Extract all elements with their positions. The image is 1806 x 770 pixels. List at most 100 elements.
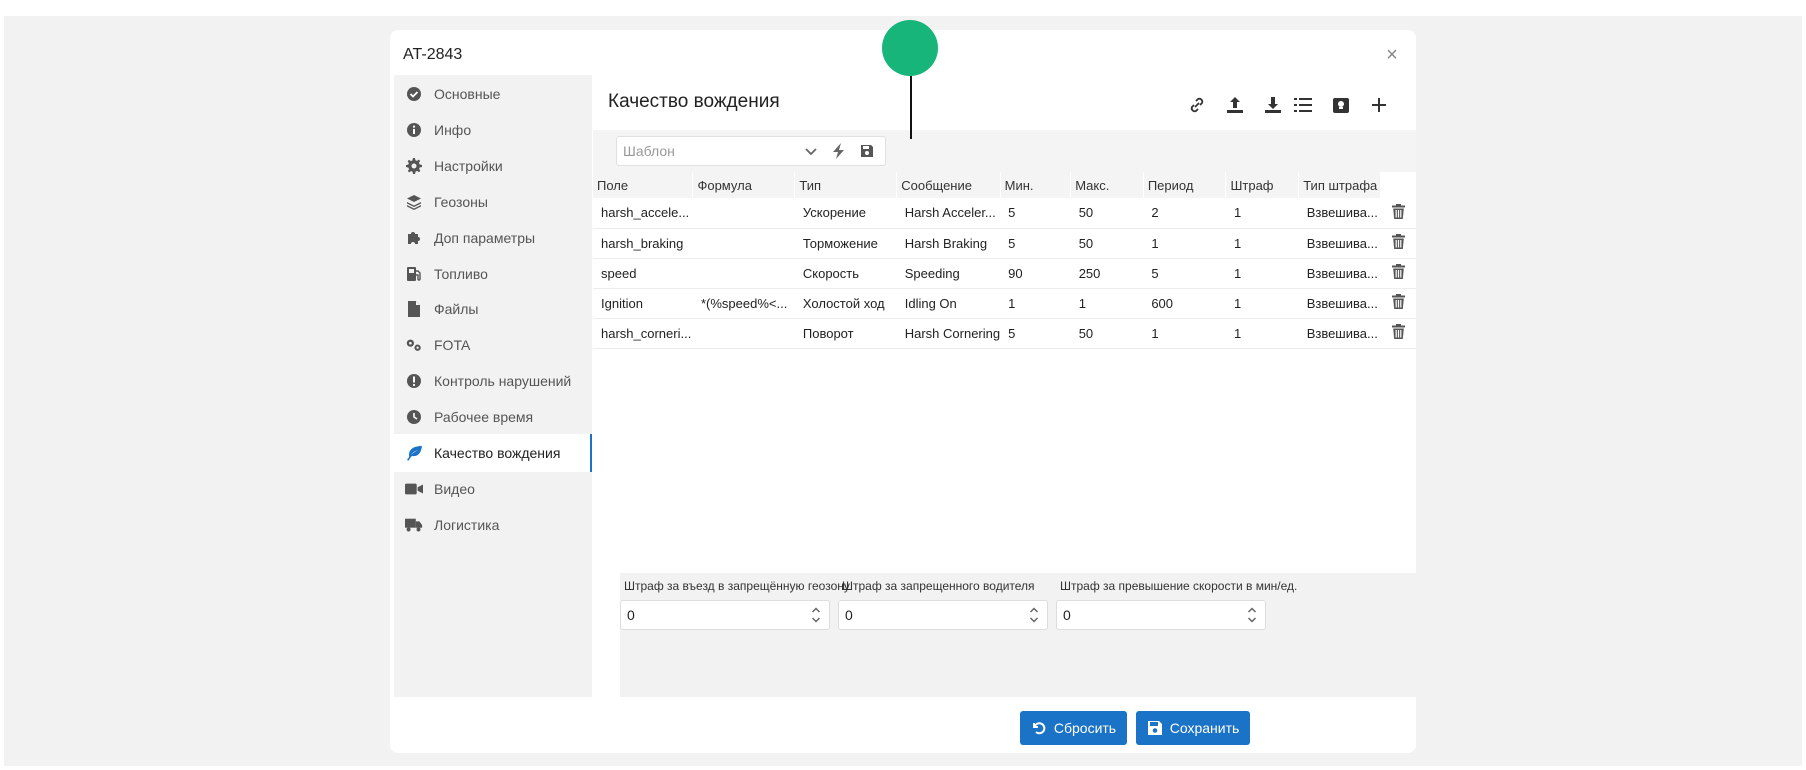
sidebar-item-label: Видео <box>434 480 475 497</box>
spinner-icon[interactable] <box>1247 606 1257 624</box>
sidebar-item[interactable]: Основные <box>394 75 592 113</box>
check-circle-icon <box>405 85 423 103</box>
penalty-stepper[interactable] <box>838 600 1048 630</box>
penalty-field: Штраф за въезд в запрещённую геозону <box>620 579 850 630</box>
penalty-label: Штраф за въезд в запрещённую геозону <box>624 579 850 593</box>
list-icon[interactable] <box>1288 91 1318 119</box>
table-cell: Harsh Braking <box>896 228 1001 259</box>
sidebar-item[interactable]: Логистика <box>394 506 592 544</box>
sidebar-item[interactable]: Топливо <box>394 255 592 293</box>
main-panel: Качество вождения Шаблон Поле Формула Ти… <box>593 75 1416 697</box>
sidebar-item-label: Геозоны <box>434 193 488 210</box>
reset-button[interactable]: Сбросить <box>1020 711 1127 745</box>
reset-icon <box>1032 722 1046 735</box>
trash-icon[interactable] <box>1391 264 1405 279</box>
template-input[interactable] <box>617 143 797 159</box>
sidebar-item[interactable]: Геозоны <box>394 183 592 221</box>
gear-icon <box>405 157 423 175</box>
table-cell: *(%speed%<... <box>692 288 795 319</box>
sidebar-item[interactable]: Видео <box>394 470 592 508</box>
row-actions <box>1380 228 1416 259</box>
penalty-stepper[interactable] <box>620 600 830 630</box>
column-header[interactable]: Тип штрафа <box>1298 172 1382 198</box>
table-cell: 1 <box>1070 288 1144 319</box>
column-header[interactable]: Тип <box>794 172 898 198</box>
layers-icon <box>405 193 423 211</box>
penalty-input[interactable] <box>621 607 801 623</box>
table-row[interactable]: harsh_corneri... Поворот Harsh Cornering 5 5… <box>593 318 1416 349</box>
trash-icon[interactable] <box>1391 294 1405 309</box>
table-cell <box>692 258 795 289</box>
table-cell: harsh_corneri... <box>593 318 693 349</box>
column-header[interactable]: Поле <box>593 172 694 198</box>
save-template-icon[interactable] <box>853 137 881 165</box>
penalty-input[interactable] <box>1057 607 1237 623</box>
table-cell: 5 <box>1000 318 1071 349</box>
lightning-icon[interactable] <box>825 137 853 165</box>
sidebar-item[interactable]: Файлы <box>394 290 592 328</box>
trash-icon[interactable] <box>1391 324 1405 339</box>
file-icon <box>405 300 423 318</box>
close-icon[interactable]: × <box>1381 44 1403 66</box>
sidebar-item[interactable]: Контроль нарушений <box>394 362 592 400</box>
sidebar-item[interactable]: Рабочее время <box>394 398 592 436</box>
table-row[interactable]: Ignition *(%speed%<... Холостой ход Idling … <box>593 288 1416 319</box>
column-header[interactable]: Сообщение <box>896 172 1001 198</box>
column-header[interactable]: Мин. <box>1000 172 1072 198</box>
spinner-icon[interactable] <box>1029 606 1039 624</box>
save-button[interactable]: Сохранить <box>1136 711 1250 745</box>
sidebar-item[interactable]: Качество вождения <box>394 434 592 472</box>
table-cell: 250 <box>1070 258 1144 289</box>
table-cell: Взвешива... <box>1298 198 1381 229</box>
table-cell <box>692 318 795 349</box>
template-bar <box>593 130 1416 172</box>
video-camera-icon <box>405 480 423 498</box>
table-cell: harsh_accele... <box>593 198 693 229</box>
upload-icon[interactable] <box>1220 91 1250 119</box>
sidebar-item-label: Инфо <box>434 121 472 138</box>
sidebar-item-label: Логистика <box>434 516 500 533</box>
table-cell: 1 <box>1143 228 1226 259</box>
table-cell: Торможение <box>794 228 897 259</box>
table-row[interactable]: speed Скорость Speeding 90 250 5 1 Взвешива... <box>593 258 1416 289</box>
plus-icon[interactable] <box>1364 91 1394 119</box>
sidebar-item[interactable]: FOTA <box>394 326 592 364</box>
vehicle-settings-dialog: AT-2843 × Основные Инфо Настройки Геозоны До… <box>390 30 1416 753</box>
trash-icon[interactable] <box>1391 234 1405 249</box>
reset-label: Сбросить <box>1053 720 1117 736</box>
table-cell: 1 <box>1225 288 1299 319</box>
table-cell: 1 <box>1225 228 1299 259</box>
penalty-stepper[interactable] <box>1056 600 1266 630</box>
table-cell: 5 <box>1000 228 1071 259</box>
row-actions <box>1380 318 1416 349</box>
spinner-icon[interactable] <box>811 606 821 624</box>
download-icon[interactable] <box>1258 91 1288 119</box>
penalty-input[interactable] <box>839 607 1019 623</box>
link-icon[interactable] <box>1182 91 1212 119</box>
save-label: Сохранить <box>1169 720 1240 736</box>
table-cell: 1 <box>1000 288 1071 319</box>
table-row[interactable]: harsh_accele... Ускорение Harsh Acceler...… <box>593 198 1416 229</box>
sidebar-item[interactable]: Инфо <box>394 111 592 149</box>
chevron-down-icon[interactable] <box>797 137 825 165</box>
column-header[interactable]: Макс. <box>1070 172 1144 198</box>
column-header[interactable]: Штраф <box>1225 172 1300 198</box>
table-cell: 1 <box>1225 258 1299 289</box>
column-header[interactable]: Период <box>1143 172 1227 198</box>
clipboard-icon[interactable] <box>1326 91 1356 119</box>
trash-icon[interactable] <box>1391 203 1405 219</box>
sidebar-item[interactable]: Доп параметры <box>394 219 592 257</box>
sidebar-item[interactable]: Настройки <box>394 147 592 185</box>
table-cell: 5 <box>1000 198 1071 229</box>
table-cell: Speeding <box>896 258 1001 289</box>
table-cell: Ignition <box>593 288 693 319</box>
table-cell: 50 <box>1070 198 1144 229</box>
truck-icon <box>405 516 423 534</box>
click-marker <box>882 20 938 76</box>
column-header[interactable]: Формула <box>692 172 796 198</box>
penalty-label: Штраф за превышение скорости в мин/ед. <box>1060 579 1298 593</box>
table-row[interactable]: harsh_braking Торможение Harsh Braking 5 50 1… <box>593 228 1416 259</box>
template-select[interactable] <box>616 136 886 166</box>
sidebar-item-label: Файлы <box>434 301 479 318</box>
sidebar-item-label: FOTA <box>434 337 471 354</box>
